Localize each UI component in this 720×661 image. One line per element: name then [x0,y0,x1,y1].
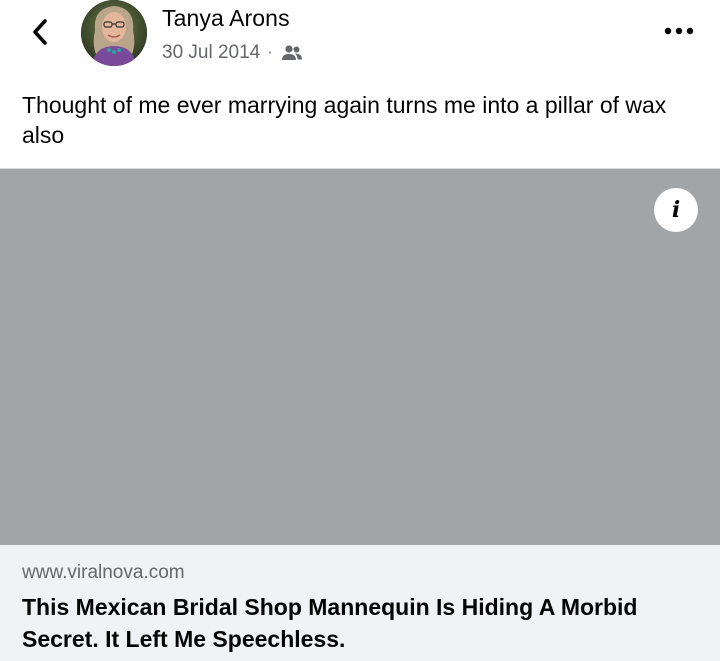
avatar-image [81,0,147,66]
avatar[interactable] [81,0,147,66]
back-button[interactable] [22,14,58,50]
post-meta: 30 Jul 2014 · [162,40,303,66]
post-header: Tanya Arons 30 Jul 2014 · [0,0,720,80]
link-title[interactable]: This Mexican Bridal Shop Mannequin Is Hi… [22,591,702,655]
link-preview-info[interactable]: www.viralnova.com This Mexican Bridal Sh… [0,545,720,661]
post-detail-page: Tanya Arons 30 Jul 2014 · Thought of me … [0,0,720,661]
more-options-button[interactable] [662,16,696,46]
meta-separator: · [267,44,273,61]
post-date[interactable]: 30 Jul 2014 [162,42,260,64]
link-preview-image[interactable]: i [0,169,720,545]
link-preview-card[interactable]: i www.viralnova.com This Mexican Bridal … [0,168,720,661]
author-name[interactable]: Tanya Arons [162,5,290,32]
info-icon[interactable]: i [654,188,698,232]
link-domain: www.viralnova.com [22,562,185,583]
friends-icon [281,45,302,60]
chevron-left-icon [33,19,47,45]
post-text: Thought of me ever marrying again turns … [22,92,667,148]
more-horizontal-icon [664,27,694,35]
